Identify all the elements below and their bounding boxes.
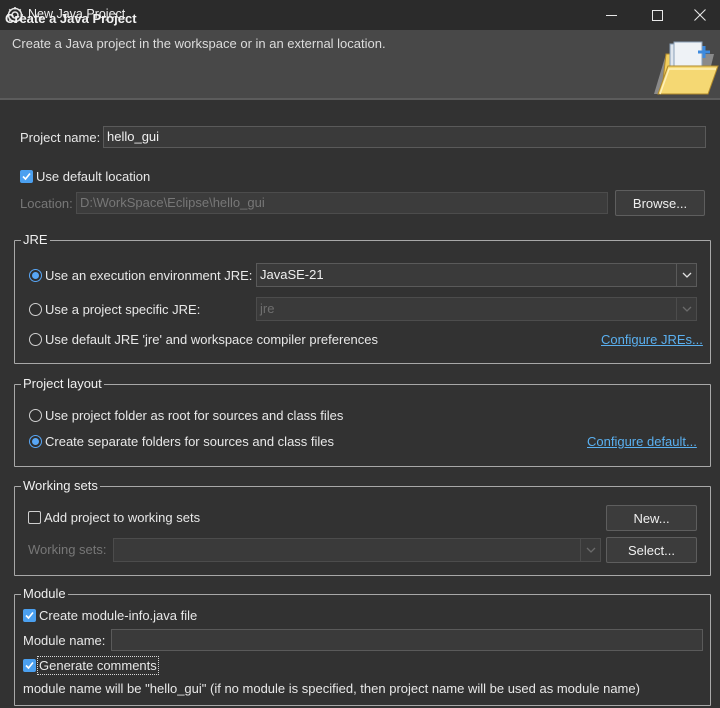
module-legend: Module <box>21 586 68 601</box>
location-input[interactable]: D:\WorkSpace\Eclipse\hello_gui <box>76 192 608 214</box>
banner-title: Create a Java Project <box>5 11 137 26</box>
checkmark-icon <box>25 661 34 670</box>
jre-env-value: JavaSE-21 <box>260 267 324 282</box>
module-name-input[interactable] <box>111 629 703 651</box>
select-working-sets-button[interactable]: Select... <box>606 537 697 563</box>
layout-separate-radio[interactable] <box>29 435 42 448</box>
chevron-down-icon <box>676 264 696 286</box>
jre-specific-combo[interactable]: jre <box>256 297 697 321</box>
add-to-working-sets-checkbox[interactable] <box>28 511 41 524</box>
project-layout-group <box>14 384 711 467</box>
jre-legend: JRE <box>21 232 50 247</box>
project-name-label: Project name: <box>20 130 101 145</box>
layout-root-radio[interactable] <box>29 409 42 422</box>
jre-env-radio[interactable] <box>29 269 42 282</box>
close-button[interactable] <box>680 0 720 30</box>
use-default-location-label: Use default location <box>36 169 151 184</box>
jre-default-label: Use default JRE 'jre' and workspace comp… <box>45 332 379 347</box>
configure-default-link[interactable]: Configure default... <box>587 434 697 449</box>
banner-description: Create a Java project in the workspace o… <box>12 36 386 51</box>
use-default-location-checkbox[interactable] <box>20 170 33 183</box>
layout-separate-label: Create separate folders for sources and … <box>45 434 335 449</box>
location-label: Location: <box>20 196 73 211</box>
maximize-icon <box>651 9 663 21</box>
chevron-down-icon <box>580 539 600 561</box>
chevron-down-icon <box>676 298 696 320</box>
jre-specific-value: jre <box>260 301 275 316</box>
layout-root-label: Use project folder as root for sources a… <box>45 408 344 423</box>
project-name-input[interactable]: hello_gui <box>103 126 706 148</box>
jre-default-radio[interactable] <box>29 333 42 346</box>
configure-jres-link[interactable]: Configure JREs... <box>601 332 703 347</box>
working-sets-combo[interactable] <box>113 538 601 562</box>
folder-wizard-icon <box>654 41 719 95</box>
module-info-text: module name will be "hello_gui" (if no m… <box>23 681 640 696</box>
new-button-label: New... <box>633 510 670 526</box>
close-icon <box>694 9 706 21</box>
location-value: D:\WorkSpace\Eclipse\hello_gui <box>80 195 265 210</box>
browse-button-label: Browse... <box>632 195 688 211</box>
jre-specific-label: Use a project specific JRE: <box>45 302 201 317</box>
working-sets-label: Working sets: <box>28 542 107 557</box>
jre-env-combo[interactable]: JavaSE-21 <box>256 263 697 287</box>
browse-button[interactable]: Browse... <box>615 190 705 216</box>
generate-comments-checkbox[interactable] <box>23 659 36 672</box>
module-name-label: Module name: <box>23 633 106 648</box>
minimize-icon <box>605 14 617 16</box>
jre-env-label: Use an execution environment JRE: <box>45 268 253 283</box>
maximize-button[interactable] <box>634 0 680 30</box>
project-name-value: hello_gui <box>107 129 160 144</box>
new-working-set-button[interactable]: New... <box>606 505 697 531</box>
select-button-label: Select... <box>628 542 675 558</box>
checkmark-icon <box>25 611 34 620</box>
minimize-button[interactable] <box>588 0 634 30</box>
checkmark-icon <box>22 172 31 181</box>
create-module-info-label: Create module-info.java file <box>39 608 198 623</box>
project-layout-legend: Project layout <box>21 376 104 391</box>
jre-specific-radio[interactable] <box>29 303 42 316</box>
create-module-info-checkbox[interactable] <box>23 609 36 622</box>
working-sets-legend: Working sets <box>21 478 100 493</box>
generate-comments-label: Generate comments <box>37 656 159 675</box>
add-to-working-sets-label: Add project to working sets <box>44 510 201 525</box>
